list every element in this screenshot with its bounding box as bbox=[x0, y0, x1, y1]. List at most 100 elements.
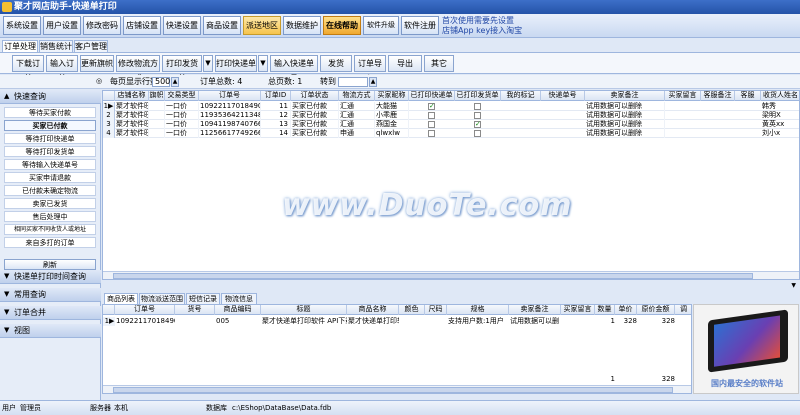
col-cs-note[interactable]: 客服备注 bbox=[701, 91, 735, 101]
product-settings-button[interactable]: 商品设置 bbox=[203, 16, 241, 35]
printed-shipping-checkbox[interactable]: ✓ bbox=[474, 121, 481, 128]
ship-button[interactable]: 发货 bbox=[320, 55, 352, 72]
refresh-button[interactable]: 刷新 bbox=[4, 259, 96, 270]
col-order-status[interactable]: 订单状态 bbox=[291, 91, 339, 101]
printed-express-checkbox[interactable] bbox=[428, 121, 435, 128]
page-size-input[interactable]: 500 bbox=[152, 77, 170, 87]
panel-splitter[interactable]: ▼ bbox=[102, 280, 800, 292]
software-register-button[interactable]: 软件注册 bbox=[401, 16, 439, 35]
dcol-size[interactable]: 尺码 bbox=[425, 305, 447, 315]
view-header[interactable]: ▼ 视图 bbox=[0, 324, 101, 338]
dcol-qty[interactable]: 数量 bbox=[595, 305, 615, 315]
col-trade-type[interactable]: 交易类型 bbox=[165, 91, 199, 101]
import-orders-button[interactable]: 订单导入 bbox=[354, 55, 386, 83]
query-seller-shipped[interactable]: 卖家已发货 bbox=[4, 198, 96, 209]
query-same-buyer-diff-address[interactable]: 相同买家不同收货人或地址 bbox=[4, 224, 96, 235]
tab-customer-management[interactable]: 客户管理 bbox=[74, 40, 108, 52]
dcol-buyer-message[interactable]: 买家留言 bbox=[561, 305, 595, 315]
data-maintenance-button[interactable]: 数据维护 bbox=[283, 16, 321, 35]
software-upgrade-button[interactable]: 软件升级 bbox=[363, 16, 399, 35]
system-settings-button[interactable]: 系统设置 bbox=[3, 16, 41, 35]
dcol-order-no[interactable]: 订单号 bbox=[115, 305, 175, 315]
print-express-slip-dropdown-icon[interactable]: ▼ bbox=[258, 55, 268, 72]
printed-express-checkbox[interactable] bbox=[428, 112, 435, 119]
query-multi-print-orders[interactable]: 来自多打的订单 bbox=[4, 237, 96, 248]
query-paid-no-logistics[interactable]: 已付款未确定物流 bbox=[4, 185, 96, 196]
input-tracking-number-button[interactable]: 输入快递单号 bbox=[270, 55, 318, 83]
order-merge-header[interactable]: ▼ 订单合并 bbox=[0, 306, 101, 320]
printed-shipping-checkbox[interactable] bbox=[474, 112, 481, 119]
query-buyer-paid[interactable]: 买家已付款 bbox=[4, 120, 96, 131]
dcol-color[interactable]: 颜色 bbox=[399, 305, 425, 315]
other-button[interactable]: 其它 bbox=[424, 55, 454, 72]
query-after-sales[interactable]: 售后处理中 bbox=[4, 211, 96, 222]
common-query-header[interactable]: ▼ 常用查询 bbox=[0, 288, 101, 302]
printed-shipping-checkbox[interactable] bbox=[474, 130, 481, 137]
orders-horizontal-scrollbar[interactable] bbox=[103, 271, 799, 279]
table-row[interactable]: 1▶ 聚才软件旺 一口价 10922117018490 11 买家已付款 汇通 … bbox=[103, 102, 799, 111]
dcol-sku[interactable]: 货号 bbox=[175, 305, 215, 315]
dcol-seller-note[interactable]: 卖家备注 bbox=[509, 305, 561, 315]
col-printed-shipping[interactable]: 已打印发货单 bbox=[455, 91, 501, 101]
dcol-price[interactable]: 单价 bbox=[615, 305, 637, 315]
col-buyer-message[interactable]: 买家留言 bbox=[665, 91, 701, 101]
detail-horizontal-scrollbar[interactable] bbox=[103, 385, 691, 393]
quick-query-header[interactable]: ▲ 快速查询 bbox=[0, 90, 101, 104]
col-order-no[interactable]: 订单号 bbox=[199, 91, 261, 101]
scrollbar-thumb[interactable] bbox=[113, 273, 753, 279]
page-size-spinner-icon[interactable]: ▲ bbox=[171, 77, 179, 87]
table-row[interactable]: 3 聚才软件旺 一口价 10941198740766 13 买家已付款 汇通 燕… bbox=[103, 120, 799, 129]
query-refund-requested[interactable]: 买家申请退款 bbox=[4, 172, 96, 183]
query-awaiting-payment[interactable]: 等待买家付款 bbox=[4, 107, 96, 118]
dcol-spec[interactable]: 规格 bbox=[447, 305, 509, 315]
print-time-query-header[interactable]: ▼ 快递单打印时间查询 bbox=[0, 270, 101, 284]
col-my-mark[interactable]: 我的标记 bbox=[501, 91, 541, 101]
shop-settings-button[interactable]: 店铺设置 bbox=[123, 16, 161, 35]
user-settings-button[interactable]: 用户设置 bbox=[43, 16, 81, 35]
change-password-button[interactable]: 修改密码 bbox=[83, 16, 121, 35]
table-row[interactable]: 2 聚才软件旺 一口价 11935364211348 12 买家已付款 汇通 小… bbox=[103, 111, 799, 120]
table-row[interactable]: 4 聚才软件旺 一口价 11256617749266 14 买家已付款 申通 q… bbox=[103, 129, 799, 138]
export-excel-button[interactable]: 导出Excel bbox=[388, 55, 422, 83]
tab-delivery-range[interactable]: 物流派送范围 bbox=[139, 293, 185, 304]
dcol-product-code[interactable]: 商品编码 bbox=[215, 305, 261, 315]
download-orders-button[interactable]: 下载订单 bbox=[12, 55, 44, 83]
print-express-slip-button[interactable]: 打印快递单 bbox=[215, 55, 257, 72]
tab-logistics-info[interactable]: 物流信息 bbox=[221, 293, 257, 304]
dcol-adjust[interactable]: 调 bbox=[675, 305, 691, 315]
col-tracking-no[interactable]: 快递单号 bbox=[541, 91, 585, 101]
query-awaiting-express-print[interactable]: 等待打印快递单 bbox=[4, 133, 96, 144]
col-buyer-nick[interactable]: 买家昵称 bbox=[375, 91, 409, 101]
goto-page-input[interactable] bbox=[338, 77, 368, 87]
goto-spinner-icon[interactable]: ▲ bbox=[369, 77, 377, 87]
dcol-product-name[interactable]: 商品名称 bbox=[347, 305, 399, 315]
tab-sales-stats[interactable]: 销售统计 bbox=[39, 40, 73, 52]
printed-express-checkbox[interactable] bbox=[428, 130, 435, 137]
col-logistics[interactable]: 物流方式 bbox=[339, 91, 375, 101]
col-shop-name[interactable]: 店铺名称 bbox=[115, 91, 149, 101]
print-shipping-slip-dropdown-icon[interactable]: ▼ bbox=[203, 55, 213, 72]
printed-shipping-checkbox[interactable] bbox=[474, 103, 481, 110]
printed-express-checkbox[interactable]: ✓ bbox=[428, 103, 435, 110]
col-seller-note[interactable]: 卖家备注 bbox=[585, 91, 665, 101]
print-shipping-slip-button[interactable]: 打印发货单 bbox=[162, 55, 202, 83]
col-flag[interactable]: 旗帜 bbox=[149, 91, 165, 101]
query-awaiting-tracking-number[interactable]: 等待输入快递单号 bbox=[4, 159, 96, 170]
update-flag-button[interactable]: 更新旗帜 bbox=[80, 55, 114, 72]
dcol-title[interactable]: 标题 bbox=[261, 305, 347, 315]
express-settings-button[interactable]: 快递设置 bbox=[163, 16, 201, 35]
query-awaiting-shipping-print[interactable]: 等待打印发货单 bbox=[4, 146, 96, 157]
col-receiver-name[interactable]: 收货人姓名 bbox=[761, 91, 799, 101]
col-cs[interactable]: 客服 bbox=[735, 91, 761, 101]
col-order-id[interactable]: 订单ID bbox=[261, 91, 291, 101]
delivery-area-button[interactable]: 派送地区 bbox=[243, 16, 281, 35]
change-logistics-button[interactable]: 修改物流方式 bbox=[116, 55, 160, 83]
input-order-button[interactable]: 输入订单 bbox=[46, 55, 78, 83]
tab-sms-records[interactable]: 短信记录 bbox=[186, 293, 220, 304]
tab-product-list[interactable]: 商品列表 bbox=[104, 293, 138, 304]
row-indicator: 4 bbox=[103, 129, 115, 138]
col-printed-express[interactable]: 已打印快递单 bbox=[409, 91, 455, 101]
dcol-amount[interactable]: 原价金额 bbox=[637, 305, 675, 315]
online-help-button[interactable]: 在线帮助 bbox=[323, 16, 361, 35]
scrollbar-thumb[interactable] bbox=[113, 387, 673, 393]
